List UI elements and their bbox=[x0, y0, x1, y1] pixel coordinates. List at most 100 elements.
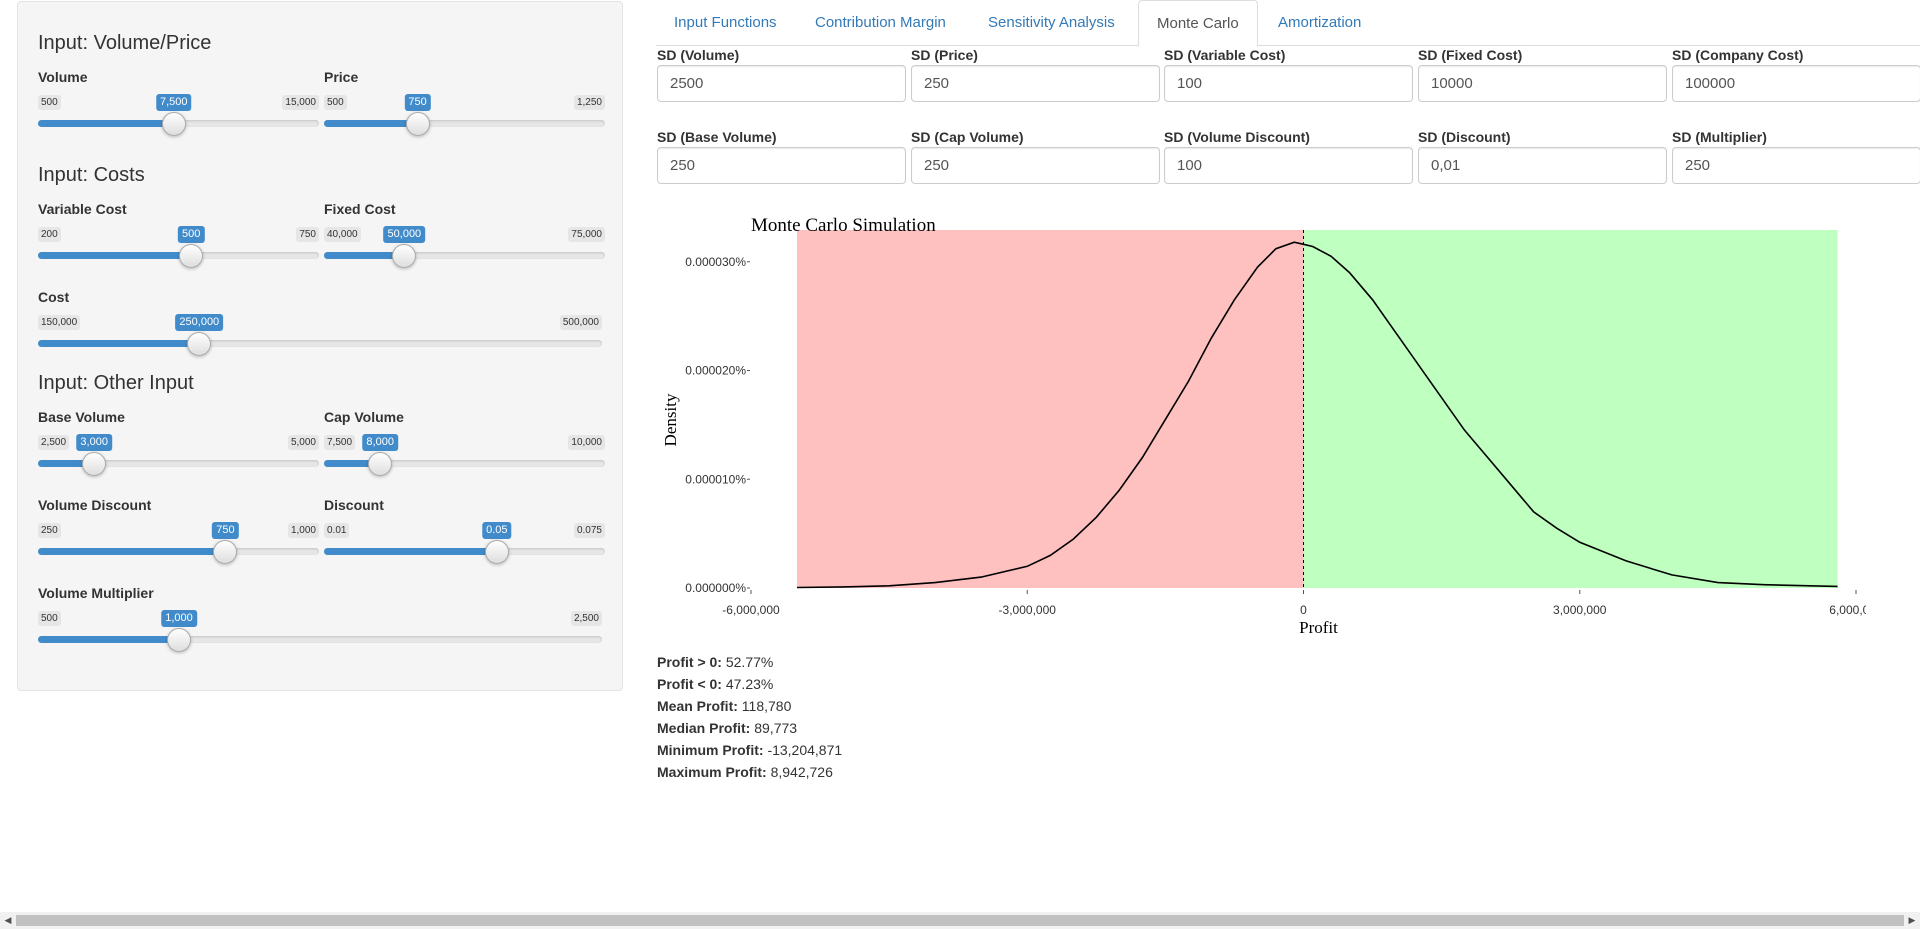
slider-min-label: 250 bbox=[38, 523, 61, 538]
slider-max-label: 750 bbox=[296, 227, 319, 242]
input-sidebar: Input: Volume/Price Volume 500 15,000 7,500… bbox=[17, 1, 623, 691]
stat-value: -13,204,871 bbox=[767, 742, 843, 758]
slider-max-label: 2,500 bbox=[570, 611, 602, 626]
volume-slider[interactable]: Volume 500 15,000 7,500 bbox=[38, 69, 319, 149]
x-tick-label: 0 bbox=[1300, 603, 1307, 617]
x-tick-label: -6,000,000 bbox=[722, 603, 780, 617]
slider-label: Cap Volume bbox=[324, 409, 404, 425]
slider-min-label: 40,000 bbox=[324, 227, 361, 242]
stat-value: 52.77% bbox=[725, 654, 774, 670]
slider-handle[interactable] bbox=[405, 112, 430, 136]
slider-max-label: 5,000 bbox=[287, 435, 319, 450]
slider-value-label: 500 bbox=[177, 226, 205, 243]
scroll-right-icon[interactable]: ▶ bbox=[1904, 912, 1920, 929]
sd-base-volume-input[interactable] bbox=[657, 147, 906, 184]
sd-fixed-cost-field: SD (Fixed Cost) bbox=[1418, 47, 1667, 102]
sd-variable-cost-input[interactable] bbox=[1164, 65, 1413, 102]
base-volume-slider[interactable]: Base Volume 2,500 5,000 3,000 bbox=[38, 409, 319, 489]
slider-min-label: 500 bbox=[38, 611, 61, 626]
slider-max-label: 10,000 bbox=[568, 435, 605, 450]
section-title-other: Input: Other Input bbox=[38, 372, 194, 394]
stat-label: Minimum Profit: bbox=[657, 742, 764, 758]
sd-volume-label: SD (Volume) bbox=[657, 47, 740, 63]
cap-volume-slider[interactable]: Cap Volume 7,500 10,000 8,000 bbox=[324, 409, 605, 489]
slider-max-label: 1,250 bbox=[573, 95, 605, 110]
slider-value-label: 0.05 bbox=[482, 522, 512, 539]
sd-volume-input[interactable] bbox=[657, 65, 906, 102]
slider-fill bbox=[324, 120, 418, 127]
tab-contribution-margin[interactable]: Contribution Margin bbox=[797, 0, 964, 46]
sd-cap-volume-label: SD (Cap Volume) bbox=[911, 129, 1024, 145]
section-title-costs: Input: Costs bbox=[38, 164, 145, 186]
sd-cap-volume-field: SD (Cap Volume) bbox=[911, 129, 1160, 184]
slider-min-label: 500 bbox=[324, 95, 347, 110]
tab-input-functions[interactable]: Input Functions bbox=[656, 0, 795, 46]
sd-fixed-cost-input[interactable] bbox=[1418, 65, 1667, 102]
slider-handle[interactable] bbox=[167, 628, 191, 652]
slider-fill bbox=[324, 548, 497, 555]
tab-amortization[interactable]: Amortization bbox=[1260, 0, 1379, 46]
sd-price-field: SD (Price) bbox=[911, 47, 1160, 102]
slider-label: Discount bbox=[324, 497, 384, 513]
y-tick-label: 0.000000% bbox=[685, 581, 746, 595]
fixed-cost-slider[interactable]: Fixed Cost 40,000 75,000 50,000 bbox=[324, 201, 605, 281]
volume-multiplier-slider[interactable]: Volume Multiplier 500 2,500 1,000 bbox=[38, 585, 602, 665]
sd-volume-discount-input[interactable] bbox=[1164, 147, 1413, 184]
stat-label: Mean Profit: bbox=[657, 698, 738, 714]
stat-profit-negative: Profit < 0: 47.23% bbox=[657, 673, 842, 695]
sd-company-cost-label: SD (Company Cost) bbox=[1672, 47, 1804, 63]
sd-volume-discount-field: SD (Volume Discount) bbox=[1164, 129, 1413, 184]
slider-value-label: 7,500 bbox=[155, 94, 192, 111]
tab-monte-carlo[interactable]: Monte Carlo bbox=[1138, 0, 1258, 47]
slider-value-label: 8,000 bbox=[362, 434, 398, 451]
slider-fill bbox=[38, 636, 179, 643]
scroll-left-icon[interactable]: ◀ bbox=[0, 912, 16, 929]
sd-multiplier-field: SD (Multiplier) bbox=[1672, 129, 1920, 184]
cost-slider[interactable]: Cost 150,000 500,000 250,000 bbox=[38, 289, 602, 369]
discount-slider[interactable]: Discount 0.01 0.075 0.05 bbox=[324, 497, 605, 577]
slider-min-label: 200 bbox=[38, 227, 61, 242]
slider-value-label: 1,000 bbox=[161, 610, 197, 627]
tab-sensitivity-analysis[interactable]: Sensitivity Analysis bbox=[970, 0, 1133, 46]
y-tick-label: 0.000030% bbox=[685, 255, 746, 269]
slider-handle[interactable] bbox=[179, 244, 204, 268]
sd-base-volume-field: SD (Base Volume) bbox=[657, 129, 906, 184]
slider-handle[interactable] bbox=[392, 244, 417, 268]
slider-value-label: 50,000 bbox=[383, 226, 426, 243]
slider-handle[interactable] bbox=[484, 540, 509, 564]
volume-discount-slider[interactable]: Volume Discount 250 1,000 750 bbox=[38, 497, 319, 577]
sd-price-input[interactable] bbox=[911, 65, 1160, 102]
horizontal-scrollbar[interactable]: ◀ ▶ bbox=[0, 912, 1920, 929]
sd-volume-field: SD (Volume) bbox=[657, 47, 906, 102]
slider-label: Fixed Cost bbox=[324, 201, 396, 217]
stat-value: 89,773 bbox=[754, 720, 798, 736]
slider-handle[interactable] bbox=[213, 540, 238, 564]
stat-value: 47.23% bbox=[725, 676, 774, 692]
price-slider[interactable]: Price 500 1,250 750 bbox=[324, 69, 605, 149]
sd-discount-input[interactable] bbox=[1418, 147, 1667, 184]
sd-multiplier-label: SD (Multiplier) bbox=[1672, 129, 1767, 145]
sd-multiplier-input[interactable] bbox=[1672, 147, 1920, 184]
scrollbar-thumb[interactable] bbox=[16, 915, 1904, 926]
monte-carlo-chart: 0.000000% 0.000010% 0.000020% 0.000030% -6,0… bbox=[661, 215, 1866, 637]
slider-max-label: 75,000 bbox=[568, 227, 605, 242]
variable-cost-slider[interactable]: Variable Cost 200 750 500 bbox=[38, 201, 319, 281]
sd-company-cost-field: SD (Company Cost) bbox=[1672, 47, 1920, 102]
slider-handle[interactable] bbox=[161, 112, 186, 136]
slider-handle[interactable] bbox=[187, 332, 212, 356]
sd-volume-discount-label: SD (Volume Discount) bbox=[1164, 129, 1310, 145]
slider-min-label: 7,500 bbox=[324, 435, 356, 450]
sd-cap-volume-input[interactable] bbox=[911, 147, 1160, 184]
sd-company-cost-input[interactable] bbox=[1672, 65, 1920, 102]
slider-label: Price bbox=[324, 69, 359, 85]
slider-handle[interactable] bbox=[82, 452, 107, 476]
chart-title: Monte Carlo Simulation bbox=[751, 215, 936, 236]
sd-variable-cost-field: SD (Variable Cost) bbox=[1164, 47, 1413, 102]
y-tick-label: 0.000020% bbox=[685, 364, 746, 378]
slider-max-label: 500,000 bbox=[559, 315, 602, 330]
sd-price-label: SD (Price) bbox=[911, 47, 978, 63]
slider-handle[interactable] bbox=[368, 452, 393, 476]
profit-stats: Profit > 0: 52.77% Profit < 0: 47.23% Me… bbox=[657, 651, 842, 783]
stat-label: Profit < 0: bbox=[657, 676, 722, 692]
stat-value: 8,942,726 bbox=[770, 764, 833, 780]
